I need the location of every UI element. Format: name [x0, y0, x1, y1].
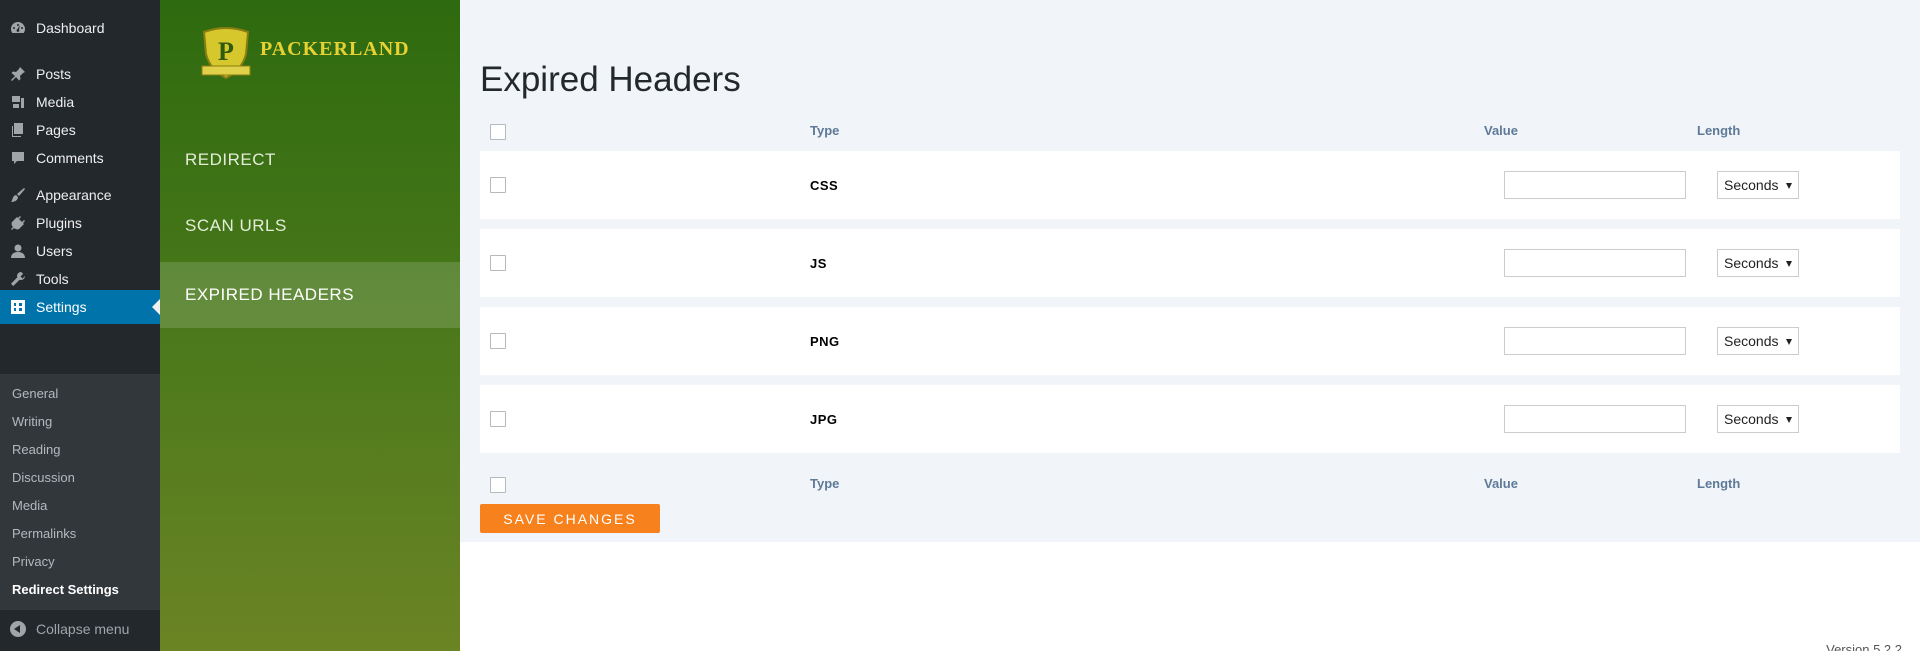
menu-label: Settings	[36, 299, 87, 315]
menu-label: Plugins	[36, 215, 82, 231]
page-title: Expired Headers	[480, 60, 741, 99]
submenu-item-reading[interactable]: Reading	[12, 442, 60, 457]
submenu-item-writing[interactable]: Writing	[12, 414, 52, 429]
plugin-nav-redirect[interactable]: REDIRECT	[160, 127, 460, 193]
menu-label: Appearance	[36, 187, 112, 203]
row-type: PNG	[810, 334, 840, 349]
menu-item-comments[interactable]: Comments	[0, 141, 160, 175]
pushpin-icon	[10, 66, 26, 82]
shield-logo-icon: P	[198, 26, 254, 80]
row-type: JS	[810, 256, 827, 271]
row-checkbox[interactable]	[490, 255, 506, 271]
brand-name: PACKERLAND	[260, 37, 410, 60]
menu-label: Posts	[36, 66, 72, 82]
column-header-length[interactable]: Length	[1697, 123, 1740, 138]
dashboard-icon	[10, 20, 26, 36]
column-header-type[interactable]: Type	[810, 123, 839, 138]
collapse-icon	[10, 621, 26, 637]
plugin-icon	[10, 215, 26, 231]
submenu-item-discussion[interactable]: Discussion	[12, 470, 75, 485]
submenu-item-redirect-settings[interactable]: Redirect Settings	[12, 582, 119, 597]
menu-label: Tools	[36, 271, 69, 287]
plugin-nav-expired-headers[interactable]: EXPIRED HEADERS	[160, 262, 460, 328]
collapse-label: Collapse menu	[36, 621, 130, 637]
row-checkbox[interactable]	[490, 411, 506, 427]
row-checkbox[interactable]	[490, 177, 506, 193]
length-select[interactable]: Seconds	[1717, 405, 1799, 433]
submenu-item-privacy[interactable]: Privacy	[12, 554, 55, 569]
length-select[interactable]: Seconds	[1717, 171, 1799, 199]
submenu-item-general[interactable]: General	[12, 386, 58, 401]
comment-icon	[10, 150, 26, 166]
row-type: JPG	[810, 412, 838, 427]
admin-sidebar: Dashboard Posts Media Pages Comments App…	[0, 0, 160, 651]
value-input[interactable]	[1504, 249, 1686, 277]
table-row: JPG Seconds	[480, 385, 1900, 453]
plugin-nav-panel: P PACKERLAND REDIRECT SCAN URLS EXPIRED …	[160, 0, 460, 651]
dropdown-arrow-icon	[1786, 417, 1792, 423]
table-row: PNG Seconds	[480, 307, 1900, 375]
menu-label: Media	[36, 94, 75, 110]
submenu-item-permalinks[interactable]: Permalinks	[12, 526, 76, 541]
menu-label: Pages	[36, 122, 76, 138]
value-input[interactable]	[1504, 171, 1686, 199]
table-row: JS Seconds	[480, 229, 1900, 297]
column-header-value[interactable]: Value	[1484, 123, 1518, 138]
menu-label: Users	[36, 243, 73, 259]
plugin-nav-scan-urls[interactable]: SCAN URLS	[160, 193, 460, 259]
settings-icon	[10, 299, 26, 315]
svg-text:P: P	[218, 37, 234, 66]
value-input[interactable]	[1504, 405, 1686, 433]
paintbrush-icon	[10, 187, 26, 203]
length-selected: Seconds	[1724, 411, 1779, 427]
menu-item-settings[interactable]: Settings	[0, 290, 160, 324]
pages-icon	[10, 122, 26, 138]
wp-version: Version 5.2.2	[1826, 642, 1902, 651]
settings-submenu: General Writing Reading Discussion Media…	[0, 374, 160, 610]
main-content: Expired Headers Type Value Length CSS Se…	[460, 0, 1920, 651]
row-type: CSS	[810, 178, 839, 193]
select-all-checkbox-footer[interactable]	[490, 477, 506, 493]
collapse-menu-button[interactable]: Collapse menu	[0, 612, 160, 646]
column-footer-value[interactable]: Value	[1484, 476, 1518, 491]
submenu-item-media[interactable]: Media	[12, 498, 47, 513]
column-footer-type[interactable]: Type	[810, 476, 839, 491]
column-footer-length[interactable]: Length	[1697, 476, 1740, 491]
length-selected: Seconds	[1724, 255, 1779, 271]
length-selected: Seconds	[1724, 333, 1779, 349]
save-changes-button[interactable]: SAVE CHANGES	[480, 504, 660, 533]
dropdown-arrow-icon	[1786, 183, 1792, 189]
row-checkbox[interactable]	[490, 333, 506, 349]
value-input[interactable]	[1504, 327, 1686, 355]
table-row: CSS Seconds	[480, 151, 1900, 219]
menu-label: Comments	[36, 150, 104, 166]
plugin-logo: P PACKERLAND	[198, 26, 410, 80]
media-icon	[10, 94, 26, 110]
wrench-icon	[10, 271, 26, 287]
length-select[interactable]: Seconds	[1717, 327, 1799, 355]
dropdown-arrow-icon	[1786, 261, 1792, 267]
dropdown-arrow-icon	[1786, 339, 1792, 345]
length-select[interactable]: Seconds	[1717, 249, 1799, 277]
length-selected: Seconds	[1724, 177, 1779, 193]
select-all-checkbox[interactable]	[490, 124, 506, 140]
menu-label: Dashboard	[36, 20, 105, 36]
menu-item-dashboard[interactable]: Dashboard	[0, 11, 160, 45]
user-icon	[10, 243, 26, 259]
current-menu-arrow	[152, 299, 160, 315]
